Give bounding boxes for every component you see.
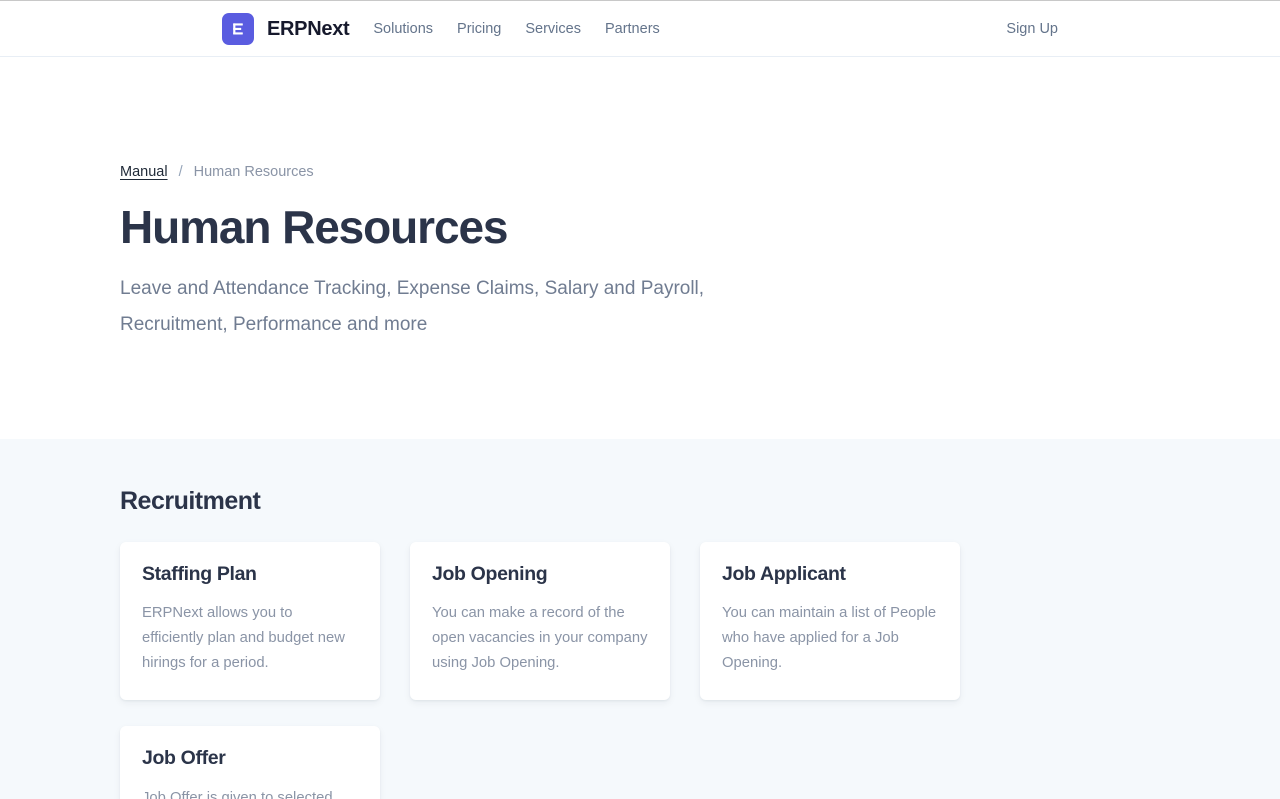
page-title: Human Resources xyxy=(120,200,509,253)
brand-name: ERPNext xyxy=(267,17,350,40)
card-job-offer[interactable]: Job Offer Job Offer is given to selected xyxy=(120,726,380,799)
nav-link-partners[interactable]: Partners xyxy=(605,21,660,37)
card-description: Job Offer is given to selected xyxy=(142,789,333,799)
card-job-opening[interactable]: Job Opening You can make a record of the… xyxy=(410,542,670,701)
card-staffing-plan[interactable]: Staffing Plan ERPNext allows you to effi… xyxy=(120,542,380,701)
card-description: You can maintain a list of People who ha… xyxy=(722,605,937,672)
card-description: You can make a record of the open vacanc… xyxy=(432,605,648,672)
breadcrumb-current: Human Resources xyxy=(193,164,314,180)
sections-container: Recruitment Staffing Plan ERPNext allows… xyxy=(120,487,1160,799)
primary-navigation: Solutions Pricing Services Partners xyxy=(373,20,659,38)
nav-link-services[interactable]: Services xyxy=(525,21,581,37)
page-root: ERPNext Solutions Pricing Services Partn… xyxy=(0,0,1280,799)
section-title-recruitment: Recruitment xyxy=(120,487,261,516)
erpnext-e-logo-icon xyxy=(222,12,254,45)
sign-up-link[interactable]: Sign Up xyxy=(1006,21,1058,37)
header-actions: Sign Up xyxy=(1006,21,1058,37)
card-grid-recruitment: Staffing Plan ERPNext allows you to effi… xyxy=(120,542,1160,799)
hero-container: Manual / Human Resources Human Resources… xyxy=(120,165,1160,343)
card-title: Job Offer xyxy=(142,747,226,770)
card-description: ERPNext allows you to efficiently plan a… xyxy=(142,605,345,672)
card-title: Staffing Plan xyxy=(142,563,257,586)
brand-logo-link[interactable]: ERPNext xyxy=(222,12,350,45)
page-subtitle: Leave and Attendance Tracking, Expense C… xyxy=(120,278,705,336)
nav-item: Partners xyxy=(605,20,660,38)
header-inner: ERPNext Solutions Pricing Services Partn… xyxy=(32,1,1248,56)
card-title: Job Opening xyxy=(432,563,548,586)
nav-item: Services xyxy=(525,20,581,38)
content-sections: Recruitment Staffing Plan ERPNext allows… xyxy=(0,439,1280,799)
card-job-applicant[interactable]: Job Applicant You can maintain a list of… xyxy=(700,542,960,701)
nav-item: Pricing xyxy=(457,20,501,38)
hero-section: Manual / Human Resources Human Resources… xyxy=(0,57,1280,440)
site-header: ERPNext Solutions Pricing Services Partn… xyxy=(0,1,1280,57)
nav-link-pricing[interactable]: Pricing xyxy=(457,21,501,37)
breadcrumb: Manual / Human Resources xyxy=(120,165,1160,180)
breadcrumb-link-manual[interactable]: Manual xyxy=(120,165,168,180)
nav-link-solutions[interactable]: Solutions xyxy=(373,21,433,37)
breadcrumb-separator: / xyxy=(178,164,183,180)
nav-item: Solutions xyxy=(373,20,433,38)
card-title: Job Applicant xyxy=(722,563,846,586)
